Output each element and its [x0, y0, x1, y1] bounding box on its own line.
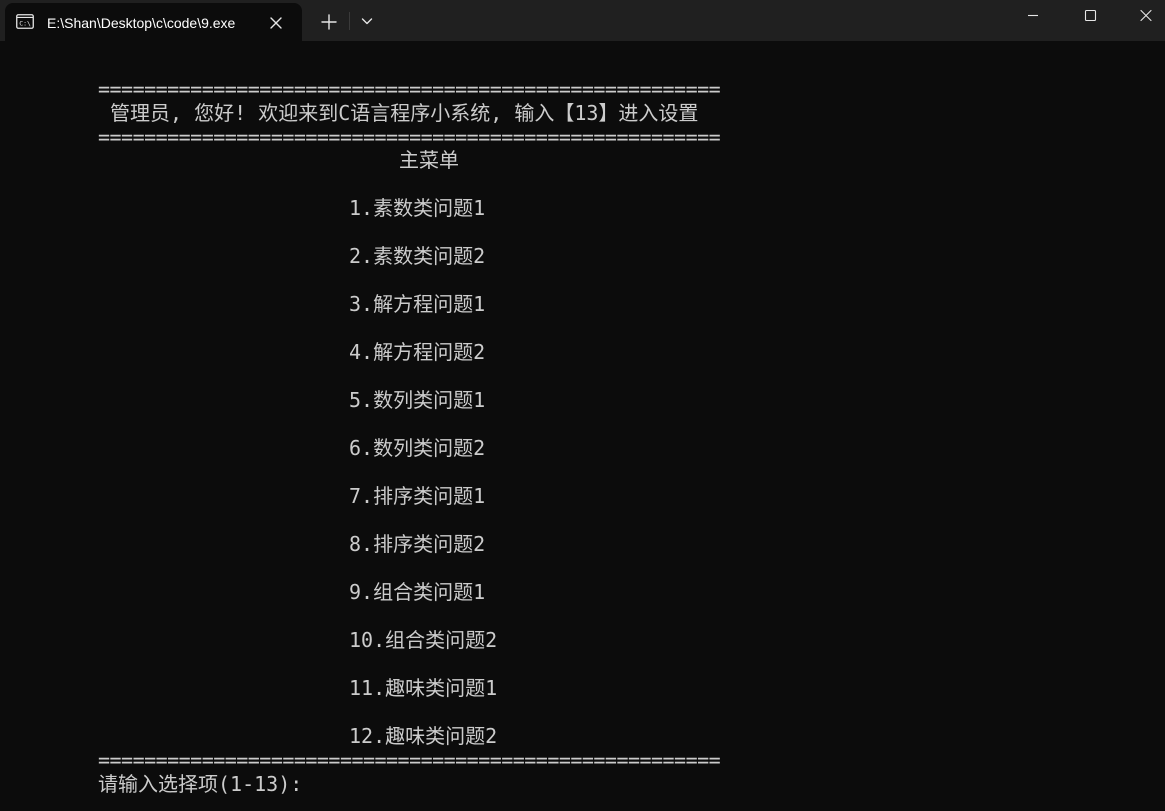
divider-line: ========================================…: [98, 77, 721, 101]
input-prompt[interactable]: 请输入选择项(1-13):: [98, 772, 302, 796]
divider-line: ========================================…: [98, 748, 721, 772]
menu-item: 10.组合类问题2: [349, 628, 498, 652]
menu-item: 12.趣味类问题2: [349, 724, 498, 748]
close-icon[interactable]: [1123, 0, 1165, 32]
menu-item: 7.排序类问题1: [349, 484, 486, 508]
menu-item: 1.素数类问题1: [349, 196, 486, 220]
terminal-window: C:\ E:\Shan\Desktop\c\code\9.exe =======…: [0, 0, 1165, 811]
menu-item: 3.解方程问题1: [349, 292, 486, 316]
tab-active[interactable]: C:\ E:\Shan\Desktop\c\code\9.exe: [5, 3, 302, 41]
plus-icon[interactable]: [316, 9, 342, 35]
tab-title: E:\Shan\Desktop\c\code\9.exe: [47, 15, 236, 31]
menu-item: 4.解方程问题2: [349, 340, 486, 364]
menu-title: 主菜单: [399, 148, 459, 172]
welcome-banner: 管理员, 您好! 欢迎来到C语言程序小系统, 输入【13】进入设置: [98, 101, 699, 125]
menu-item: 6.数列类问题2: [349, 436, 486, 460]
console-output: ========================================…: [0, 41, 1165, 811]
maximize-icon[interactable]: [1067, 0, 1113, 32]
menu-item: 2.素数类问题2: [349, 244, 486, 268]
divider-line: ========================================…: [98, 125, 721, 149]
minimize-icon[interactable]: [1010, 0, 1056, 32]
menu-item: 5.数列类问题1: [349, 388, 486, 412]
close-icon[interactable]: [265, 12, 287, 34]
chevron-down-icon[interactable]: [356, 10, 378, 32]
title-bar: C:\ E:\Shan\Desktop\c\code\9.exe: [0, 0, 1165, 41]
terminal-icon: C:\: [16, 14, 34, 29]
tab-separator: [349, 12, 350, 30]
menu-item: 8.排序类问题2: [349, 532, 486, 556]
menu-item: 11.趣味类问题1: [349, 676, 498, 700]
menu-item: 9.组合类问题1: [349, 580, 486, 604]
svg-text:C:\: C:\: [19, 20, 31, 28]
